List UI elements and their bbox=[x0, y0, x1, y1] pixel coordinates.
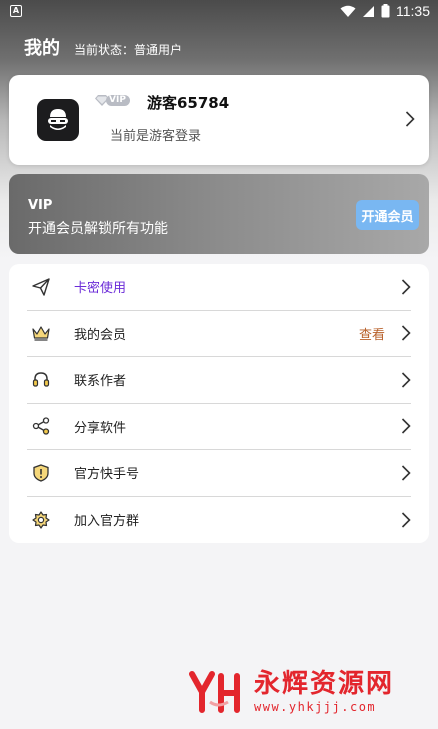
vip-banner: VIP 开通会员解锁所有功能 开通会员 bbox=[9, 174, 429, 254]
menu-item-redeem-code[interactable]: 卡密使用 bbox=[27, 264, 411, 311]
user-status-text: 当前状态：普通用户 bbox=[74, 43, 183, 57]
menu-item-official-kuaishou[interactable]: 官方快手号 bbox=[27, 450, 411, 497]
app-notification-icon: A bbox=[10, 5, 22, 17]
page-header: 我的 当前状态：普通用户 bbox=[24, 34, 182, 60]
menu-item-my-membership[interactable]: 我的会员 查看 bbox=[27, 311, 411, 357]
chevron-right-icon bbox=[401, 372, 411, 388]
login-status: 当前是游客登录 bbox=[110, 129, 202, 144]
share-icon bbox=[31, 416, 51, 436]
menu-item-join-group[interactable]: 加入官方群 bbox=[27, 497, 411, 544]
profile-card[interactable]: VIP 游客65784 当前是游客登录 bbox=[9, 75, 429, 165]
chevron-right-icon bbox=[405, 111, 415, 127]
headset-icon bbox=[31, 370, 51, 390]
watermark-logo-icon bbox=[189, 671, 240, 713]
menu-list: 卡密使用 我的会员 查看 联系作者 分享软件 官方快手号 加入官方群 bbox=[9, 264, 429, 543]
chevron-right-icon bbox=[401, 279, 411, 295]
badge-icon bbox=[31, 510, 51, 530]
vip-badge-label: VIP bbox=[106, 95, 130, 106]
menu-item-label: 加入官方群 bbox=[74, 514, 140, 530]
incognito-avatar-icon bbox=[48, 109, 68, 130]
watermark-url: www.yhkjjj.com bbox=[254, 700, 377, 714]
watermark-title: 永辉资源网 bbox=[254, 669, 395, 699]
paper-plane-icon bbox=[31, 277, 51, 297]
menu-item-label: 卡密使用 bbox=[74, 281, 127, 297]
menu-item-contact-author[interactable]: 联系作者 bbox=[27, 357, 411, 404]
menu-item-share-app[interactable]: 分享软件 bbox=[27, 404, 411, 450]
chevron-right-icon bbox=[401, 325, 411, 341]
cellular-signal-icon bbox=[363, 5, 374, 17]
menu-item-label: 官方快手号 bbox=[74, 467, 140, 483]
menu-item-label: 分享软件 bbox=[74, 420, 127, 436]
vip-banner-title: VIP bbox=[28, 198, 53, 213]
shield-icon bbox=[31, 463, 51, 483]
watermark: 永辉资源网 www.yhkjjj.com bbox=[188, 668, 394, 716]
crown-icon bbox=[31, 323, 51, 343]
avatar bbox=[37, 99, 79, 141]
menu-item-label: 联系作者 bbox=[74, 374, 127, 390]
chevron-right-icon bbox=[401, 418, 411, 434]
vip-banner-subtitle: 开通会员解锁所有功能 bbox=[28, 221, 168, 237]
vip-badge: VIP bbox=[95, 95, 130, 106]
status-bar: A 11:35 bbox=[0, 0, 438, 22]
open-vip-button[interactable]: 开通会员 bbox=[356, 200, 419, 230]
chevron-right-icon bbox=[401, 465, 411, 481]
menu-item-label: 我的会员 bbox=[74, 327, 127, 343]
username: 游客65784 bbox=[147, 94, 230, 112]
status-bar-time: 11:35 bbox=[396, 3, 430, 19]
battery-icon bbox=[381, 4, 390, 18]
view-link[interactable]: 查看 bbox=[359, 324, 385, 343]
wifi-icon bbox=[340, 5, 356, 17]
page-title: 我的 bbox=[24, 38, 60, 59]
chevron-right-icon bbox=[401, 512, 411, 528]
